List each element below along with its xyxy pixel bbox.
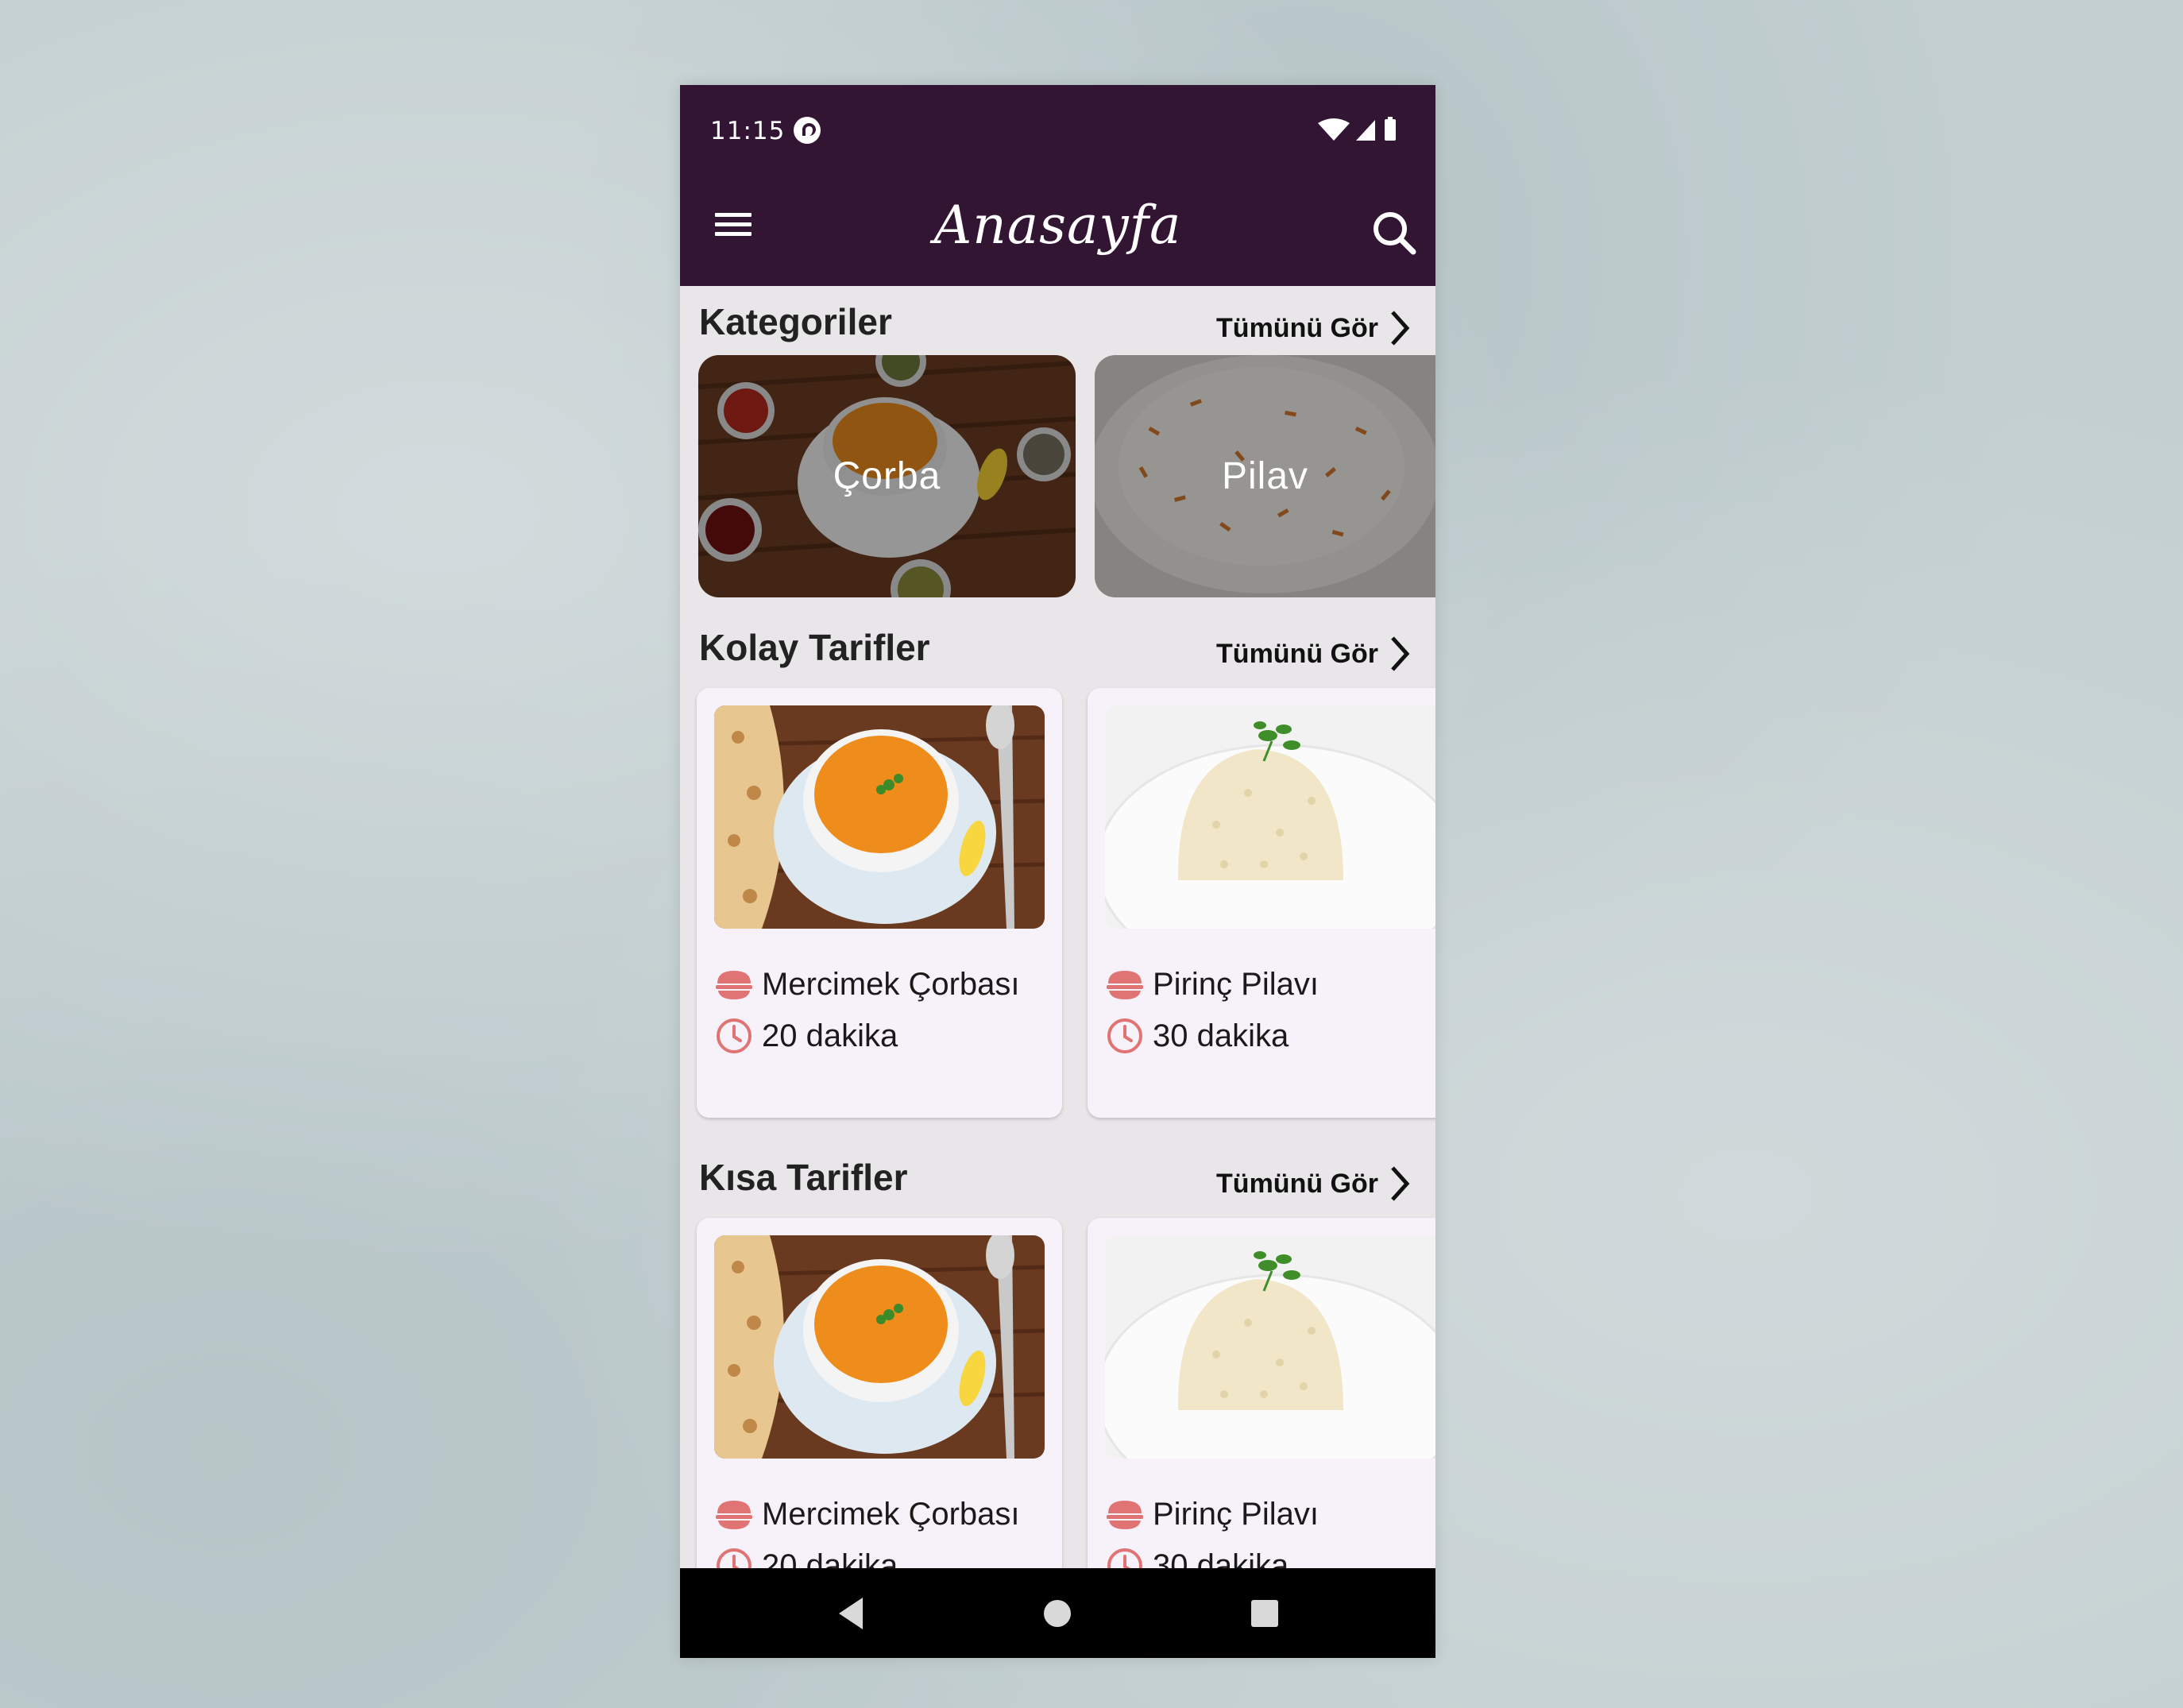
recipe-time: 20 dakika	[762, 1018, 898, 1053]
recipe-card-pilav[interactable]: Pirinç Pilavı 30 dakika	[1088, 688, 1435, 1118]
category-card-corba[interactable]: Çorba	[698, 355, 1076, 597]
page-title: Anasayfa	[933, 195, 1182, 256]
status-icons	[1318, 117, 1396, 141]
recipe-time: 30 dakika	[1153, 1018, 1289, 1053]
back-button[interactable]	[804, 1568, 899, 1658]
recents-square-icon	[1251, 1599, 1278, 1627]
back-triangle-icon	[839, 1597, 863, 1629]
lentil-soup-photo	[714, 705, 1045, 929]
phone-screen: 11:15 Anasayfa Kategoriler Tümünü Gör Ço…	[680, 85, 1435, 1658]
chevron-right-icon	[1391, 1166, 1410, 1201]
battery-icon	[1385, 119, 1396, 141]
recents-button[interactable]	[1217, 1568, 1312, 1658]
category-label: Çorba	[833, 455, 941, 497]
clock-icon	[1107, 1018, 1142, 1053]
search-icon[interactable]	[1369, 207, 1420, 258]
categories-see-all-link[interactable]: Tümünü Gör	[1216, 304, 1410, 352]
system-navigation-bar	[680, 1568, 1435, 1658]
rice-pilaf-photo	[1105, 1235, 1435, 1459]
home-content[interactable]: Kategoriler Tümünü Gör Çorba Pilav Kolay…	[680, 286, 1435, 1652]
home-circle-icon	[1044, 1599, 1071, 1627]
see-all-label: Tümünü Gör	[1216, 312, 1378, 343]
recipe-name: Pirinç Pilavı	[1153, 966, 1319, 1002]
recipe-name: Mercimek Çorbası	[762, 1496, 1020, 1532]
app-bar: Anasayfa	[680, 177, 1435, 286]
bowl-icon	[716, 971, 752, 999]
see-all-label: Tümünü Gör	[1216, 638, 1378, 669]
bowl-icon	[716, 1501, 752, 1529]
see-all-label: Tümünü Gör	[1216, 1168, 1378, 1199]
status-time: 11:15	[710, 117, 786, 145]
category-card-pilav[interactable]: Pilav	[1095, 355, 1435, 597]
short-recipes-see-all-link[interactable]: Tümünü Gör	[1216, 1160, 1410, 1208]
easy-recipes-see-all-link[interactable]: Tümünü Gör	[1216, 630, 1410, 678]
status-bar: 11:15	[680, 85, 1435, 177]
signal-icon	[1356, 120, 1375, 141]
category-label: Pilav	[1221, 455, 1309, 497]
wifi-icon	[1318, 118, 1350, 141]
lentil-soup-photo	[714, 1235, 1045, 1459]
rice-pilaf-photo	[1105, 705, 1435, 929]
clock-icon	[717, 1018, 751, 1053]
chevron-right-icon	[1391, 311, 1410, 346]
short-recipes-title: Kısa Tarifler	[699, 1157, 908, 1198]
easy-recipes-title: Kolay Tarifler	[699, 627, 930, 668]
recipe-name: Mercimek Çorbası	[762, 966, 1020, 1002]
bowl-icon	[1107, 971, 1143, 999]
notification-app-icon	[794, 117, 821, 144]
recipe-name: Pirinç Pilavı	[1153, 1496, 1319, 1532]
home-button[interactable]	[1010, 1568, 1105, 1658]
bowl-icon	[1107, 1501, 1143, 1529]
categories-title: Kategoriler	[699, 301, 892, 342]
recipe-card-mercimek[interactable]: Mercimek Çorbası 20 dakika	[697, 688, 1062, 1118]
chevron-right-icon	[1391, 636, 1410, 671]
